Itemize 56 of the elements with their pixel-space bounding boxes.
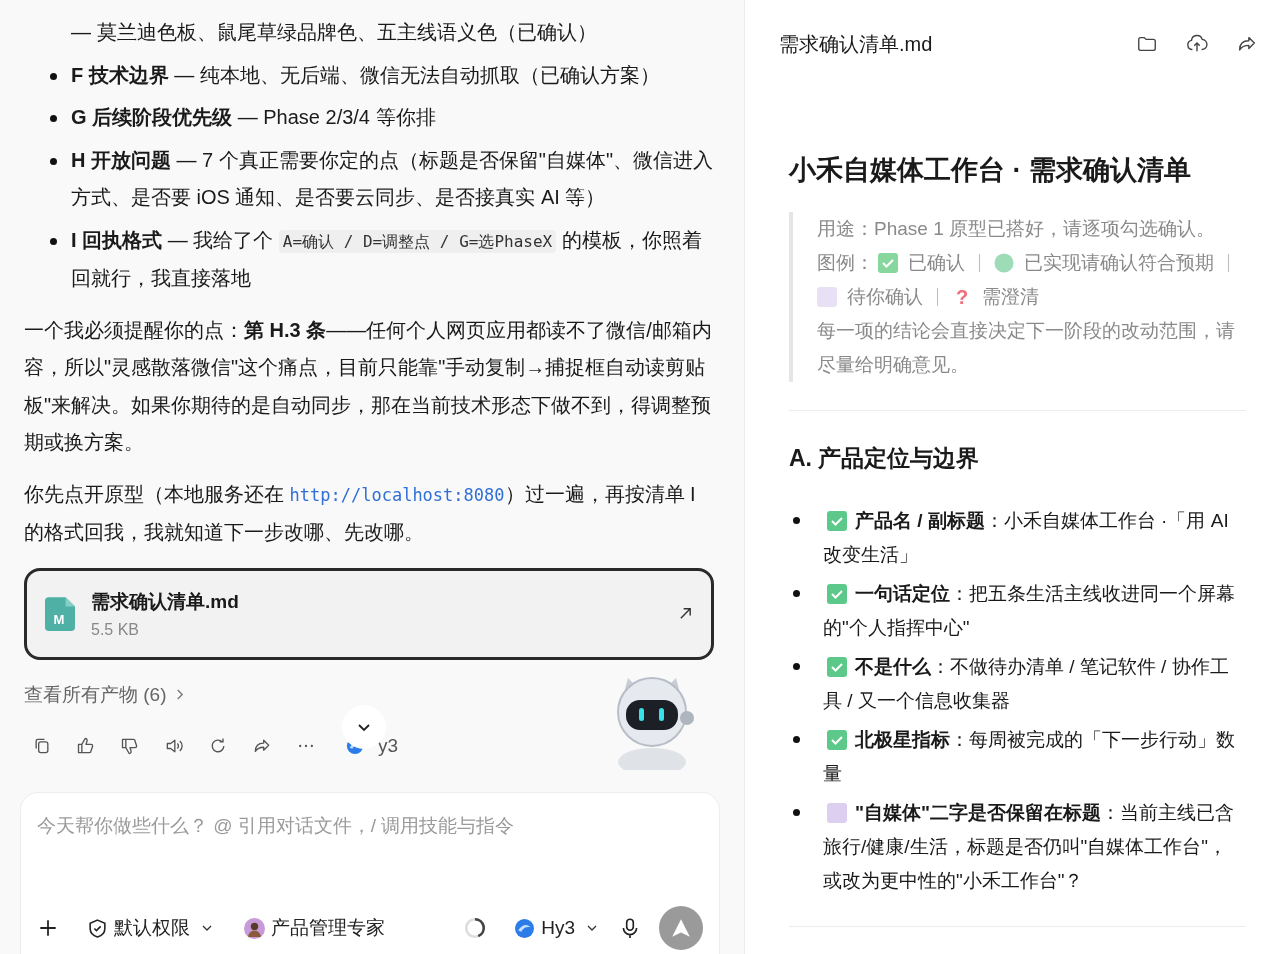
add-icon[interactable]	[37, 917, 59, 939]
legend-text: 已确认	[908, 251, 965, 275]
caret-icon	[202, 925, 212, 931]
bullet	[50, 72, 57, 80]
thumbs-up-icon[interactable]	[76, 735, 96, 756]
question-mark-icon: ?	[952, 280, 972, 314]
bullet	[793, 736, 800, 743]
bullet	[793, 809, 800, 816]
checklist-item-text: "自媒体"二字是否保留在标题：当前主线已含旅行/健康/生活，标题是否仍叫"自媒体工作台"，或改为更中性的"小禾工作台"？	[823, 801, 1236, 893]
model-dropdown[interactable]: Hy3	[510, 913, 601, 943]
send-arrow-icon	[670, 917, 692, 939]
purpose-text: 用途：Phase 1 原型已搭好，请逐项勾选确认。	[817, 217, 1216, 241]
attachment-name: 需求确认清单.md	[91, 589, 240, 614]
shield-icon	[87, 917, 108, 939]
model-tag: y3	[378, 734, 399, 757]
bullet	[50, 115, 57, 122]
attachment-size: 5.5 KB	[91, 620, 141, 639]
message-input[interactable]: 今天帮你做些什么？ @ 引用对话文件，/ 调用技能与指令	[37, 811, 703, 841]
legend-label: 图例：	[817, 251, 874, 275]
message-composer[interactable]: 今天帮你做些什么？ @ 引用对话文件，/ 调用技能与指令 默认权限 产品管理专家 Hy3	[20, 792, 720, 954]
attachment-card[interactable]: M 需求确认清单.md 5.5 KB	[24, 567, 714, 660]
message-paragraph: 你先点开原型（本地服务还在 http://localhost:8080）过一遍，再按清单 I 的格式回我，我就知道下一步改哪、先改哪。	[24, 481, 697, 545]
list-item-text: H 开放问题 — 7 个真正需要你定的点（标题是否保留"自媒体"、微信进入方式、是否要 iOS 通知、是否要云同步、是否接真实 AI 等）	[71, 147, 714, 210]
checklist-item-text: 不是什么：不做待办清单 / 笔记软件 / 协作工具 / 又一个信息收集器	[823, 655, 1230, 713]
loading-spinner-icon	[464, 917, 487, 939]
legend-text: 需澄清	[982, 285, 1039, 309]
bullet	[50, 157, 57, 165]
model-logo-icon	[514, 917, 536, 939]
bullet	[50, 237, 57, 245]
open-external-icon[interactable]	[678, 606, 693, 621]
list-item-text: — 莫兰迪色板、鼠尾草绿品牌色、五主线语义色（已确认）	[71, 20, 597, 45]
permission-dropdown[interactable]: 默认权限	[83, 911, 216, 945]
send-button[interactable]	[659, 906, 703, 950]
chevron-right-icon[interactable]	[174, 688, 184, 701]
list-item-text: I 回执格式 — 我给了个 A=确认 / D=调整点 / G=选PhaseX 的模板，你照着回就行，我直接落地	[71, 227, 703, 291]
document-title: 小禾自媒体工作台 · 需求确认清单	[789, 154, 1192, 187]
message-paragraph: 一个我必须提醒你的点：第 H.3 条——任何个人网页应用都读不了微信/邮箱内容，所以"灵感散落微信"这个痛点，目前只能靠"手动复制→捕捉框自动读剪贴板"来解决。如果你期待的是自动同步，那在当前技术形态下做不到，得调整预期或换方案。	[24, 317, 713, 455]
section-heading: A. 产品定位与边界	[789, 444, 981, 473]
file-title: 需求确认清单.md	[779, 31, 933, 57]
checklist-item-text: 一句话定位：把五条生活主线收进同一个屏幕的"个人指挥中心"	[823, 582, 1236, 640]
bullet	[793, 590, 800, 597]
list-item-text: F 技术边界 — 纯本地、无后端、微信无法自动抓取（已确认方案）	[71, 62, 660, 88]
checklist-item-text: 北极星指标：每周被完成的「下一步行动」数量	[823, 728, 1236, 786]
legend-text: 待你确认	[847, 285, 923, 309]
agent-selector[interactable]: 产品管理专家	[240, 911, 389, 945]
caret-icon	[587, 925, 597, 931]
markdown-file-icon: M	[45, 596, 75, 631]
legend-text: 已实现请确认符合预期	[1024, 251, 1214, 275]
view-artifacts-link[interactable]: 查看所有产物 (6)	[24, 681, 167, 708]
bullet	[793, 517, 800, 524]
localhost-link[interactable]: http://localhost:8080	[289, 484, 505, 505]
checklist-item-text: 产品名 / 副标题：小禾自媒体工作台 ·「用 AI 改变生活」	[823, 509, 1230, 567]
avatar-icon	[244, 917, 265, 939]
bullet	[793, 663, 800, 670]
note-text: 每一项的结论会直接决定下一阶段的改动范围，请尽量给明确意见。	[817, 319, 1236, 377]
list-item-text: G 后续阶段优先级 — Phase 2/3/4 等你排	[71, 105, 436, 130]
